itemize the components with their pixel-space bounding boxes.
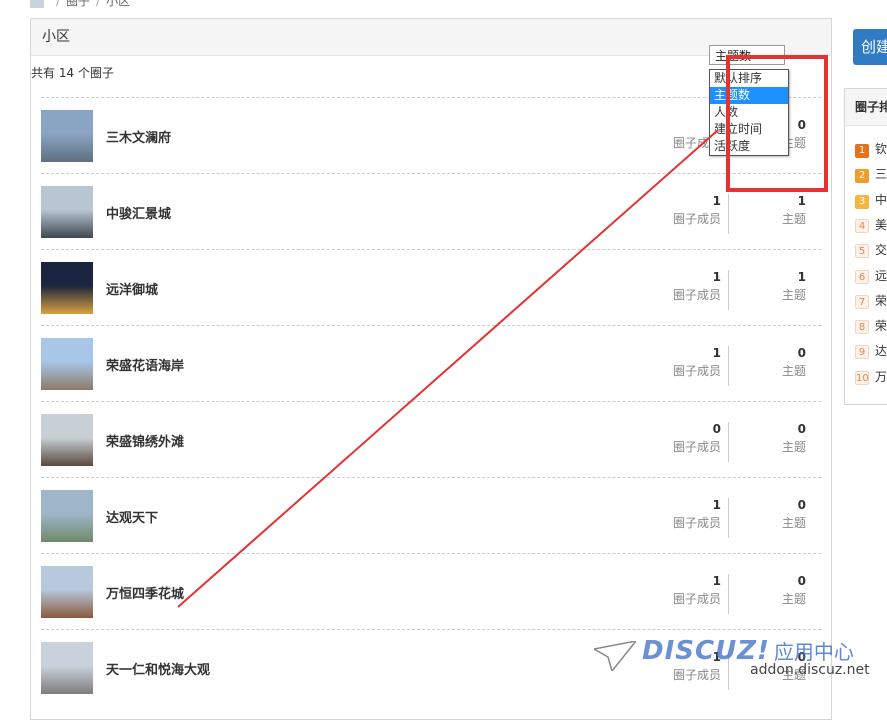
member-stat: 1 圈子成员 <box>672 346 721 378</box>
rank-number: 9 <box>855 345 869 360</box>
watermark: DISCUZ! 应用中心 addon.discuz.net <box>594 636 870 678</box>
rank-number: 6 <box>855 269 869 284</box>
group-row: 三木文澜府0圈子成员0主题 <box>41 97 821 173</box>
group-row: 中骏汇景城 1 圈子成员 1 主题 <box>41 173 821 249</box>
topic-stat: 1 主题 <box>781 194 806 226</box>
stat-divider <box>728 498 729 538</box>
topic-stat: 1 主题 <box>781 270 806 302</box>
topic-stat: 0 主题 <box>781 422 806 454</box>
rank-item[interactable]: 9达 <box>855 342 887 360</box>
group-name[interactable]: 达观天下 <box>106 507 158 526</box>
group-name[interactable]: 荣盛花语海岸 <box>106 355 184 374</box>
rank-number: 1 <box>855 144 869 158</box>
group-thumbnail[interactable] <box>41 642 93 694</box>
stat-divider <box>728 422 729 462</box>
group-row: 荣盛花语海岸 1 圈子成员 0 主题 <box>41 325 821 401</box>
stat-divider <box>728 346 729 386</box>
group-thumbnail[interactable] <box>41 262 93 314</box>
topic-stat: 0 主题 <box>781 498 806 530</box>
home-icon[interactable] <box>30 0 44 8</box>
topic-stat: 0 主题 <box>781 346 806 378</box>
group-thumbnail[interactable] <box>41 414 93 466</box>
member-stat: 1 圈子成员 <box>672 574 721 606</box>
group-thumbnail[interactable] <box>41 490 93 542</box>
paper-plane-icon <box>594 640 636 671</box>
rank-number: 10 <box>855 370 869 385</box>
group-thumbnail[interactable] <box>41 338 93 390</box>
breadcrumb: / 圈子 / 小区 <box>30 0 130 9</box>
rank-number: 5 <box>855 244 869 259</box>
rank-number: 4 <box>855 218 869 233</box>
member-stat: 1 圈子成员 <box>672 270 721 302</box>
rank-item[interactable]: 1钦 <box>855 140 887 158</box>
rank-number: 8 <box>855 320 869 335</box>
rank-number: 3 <box>855 194 869 209</box>
group-name[interactable]: 天一仁和悦海大观 <box>106 659 210 678</box>
group-name[interactable]: 中骏汇景城 <box>106 203 171 222</box>
rank-item[interactable]: 3中 <box>855 191 887 209</box>
group-list: 三木文澜府0圈子成员0主题中骏汇景城1圈子成员1主题远洋御城1圈子成员1主题荣盛… <box>41 97 821 705</box>
group-name[interactable]: 荣盛锦绣外滩 <box>106 431 184 450</box>
stat-divider <box>728 574 729 614</box>
group-name[interactable]: 三木文澜府 <box>106 127 171 146</box>
rank-title: 圈子排 <box>845 89 887 126</box>
group-name[interactable]: 万恒四季花城 <box>106 583 184 602</box>
rank-item[interactable]: 10 万 <box>855 368 887 385</box>
stat-divider <box>728 270 729 310</box>
rank-number: 7 <box>855 294 869 309</box>
create-group-button[interactable]: 创建 <box>853 29 887 65</box>
group-count-summary: 共有 14 个圈子 <box>31 66 114 80</box>
group-thumbnail[interactable] <box>41 110 93 162</box>
rank-item[interactable]: 2三 <box>855 165 887 184</box>
rank-item[interactable]: 5交 <box>855 241 887 259</box>
rank-item[interactable]: 8荣 <box>855 317 887 335</box>
group-row: 荣盛锦绣外滩 0 圈子成员 0 主题 <box>41 401 821 477</box>
rank-item[interactable]: 6远 <box>855 267 887 284</box>
stat-divider <box>728 194 729 234</box>
group-thumbnail[interactable] <box>41 566 93 618</box>
rank-item[interactable]: 7荣 <box>855 292 887 309</box>
group-row: 达观天下 1 圈子成员 0 主题 <box>41 477 821 553</box>
member-stat: 1 圈子成员 <box>672 194 721 226</box>
group-row: 远洋御城 1 圈子成员 1 主题 <box>41 249 821 325</box>
annotation-highlight-box <box>726 55 828 192</box>
group-count: 14 <box>58 66 75 80</box>
group-thumbnail[interactable] <box>41 186 93 238</box>
member-stat: 1 圈子成员 <box>672 498 721 530</box>
rank-number: 2 <box>855 169 869 184</box>
rank-item[interactable]: 4美 <box>855 216 887 233</box>
topic-stat: 0 主题 <box>781 574 806 606</box>
rank-sidebar: 圈子排 1 钦 2 三 3 中 4 美 5 交 6 远 7 荣 8 荣 9 达 10 万 <box>844 88 887 405</box>
breadcrumb-community[interactable]: 小区 <box>106 0 130 8</box>
group-row: 万恒四季花城 1 圈子成员 0 主题 <box>41 553 821 629</box>
group-name[interactable]: 远洋御城 <box>106 279 158 298</box>
member-stat: 0圈子成员 <box>672 422 721 454</box>
breadcrumb-circle[interactable]: 圈子 <box>66 0 90 8</box>
